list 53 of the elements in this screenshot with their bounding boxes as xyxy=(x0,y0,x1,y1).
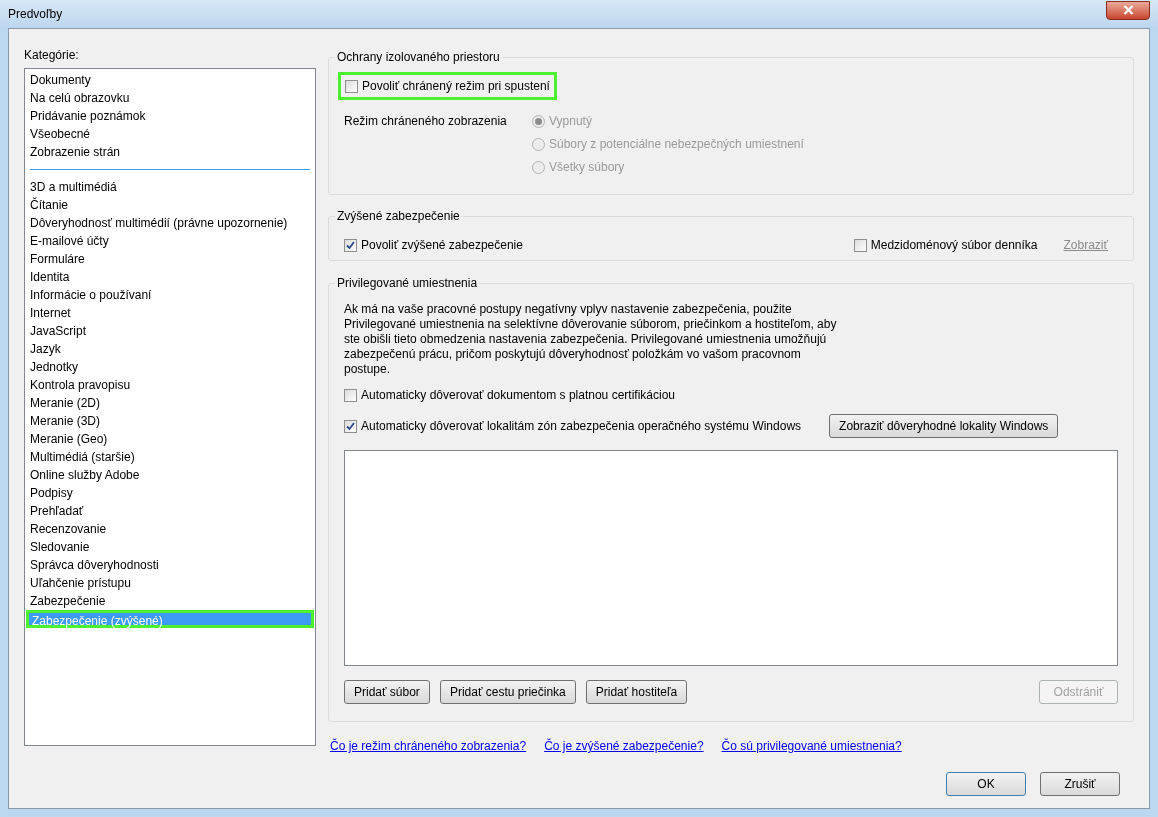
category-item[interactable]: Meranie (Geo) xyxy=(26,430,314,448)
category-item[interactable]: Meranie (2D) xyxy=(26,394,314,412)
checkbox[interactable]: Automaticky dôverovať lokalitám zón zabezpečenia operačného systému Windows xyxy=(344,417,802,435)
category-item[interactable]: 3D a multimédiá xyxy=(26,178,314,196)
close-button[interactable] xyxy=(1106,0,1150,20)
category-item[interactable]: Sledovanie xyxy=(26,538,314,556)
categories-label: Kategórie: xyxy=(24,47,80,63)
category-item[interactable]: Meranie (3D) xyxy=(26,412,314,430)
category-item[interactable]: Formuláre xyxy=(26,250,314,268)
button[interactable]: Pridať hostiteľa xyxy=(585,680,688,704)
category-item[interactable]: Podpisy xyxy=(26,484,314,502)
group-title: Ochrany izolovaného priestoru xyxy=(335,49,502,65)
category-item[interactable]: JavaScript xyxy=(26,322,314,340)
category-item[interactable]: Dokumenty xyxy=(26,71,314,89)
category-item[interactable]: Zabezpečenie xyxy=(26,592,314,610)
category-item[interactable]: Dôveryhodnosť multimédií (právne upozornenie) xyxy=(26,214,314,232)
view-mode-label: Režim chráneného zobrazenia xyxy=(344,113,508,130)
category-item[interactable]: Jazyk xyxy=(26,340,314,358)
group-title: Privilegované umiestnenia xyxy=(335,275,480,291)
button[interactable]: OK xyxy=(946,772,1026,796)
category-item[interactable]: Kontrola pravopisu xyxy=(26,376,314,394)
category-item[interactable]: Prehľadať xyxy=(26,502,314,520)
checkbox[interactable]: Medzidoménový súbor denníka xyxy=(853,236,1038,254)
category-item[interactable]: Informácie o používaní xyxy=(26,286,314,304)
button[interactable]: Zobraziť dôveryhodné lokality Windows xyxy=(829,414,1059,438)
category-item[interactable]: Multimédiá (staršie) xyxy=(26,448,314,466)
button[interactable]: Zrušiť xyxy=(1040,772,1120,796)
description-text: Ak má na vaše pracovné postupy negatívny vplyv nastavenie zabezpečenia, použite Privilegované umiestnenia na selektívne dôverovanie súborom, priečinkom a hostiteľom, aby ste obišli tieto obmedzenia nastavenia zabezpečenia. Privilegované umiestnenia umožňujú zabezpečenú prácu, pričom poskytujú dôveryhodnosť položkám vo vašom pracovnom postupe. xyxy=(344,302,838,377)
category-item[interactable]: Uľahčenie prístupu xyxy=(26,574,314,592)
category-item[interactable]: Identita xyxy=(26,268,314,286)
checkmark-icon xyxy=(346,421,355,431)
button[interactable]: Pridať súbor xyxy=(344,680,430,704)
category-item[interactable]: Recenzovanie xyxy=(26,520,314,538)
checkbox[interactable]: Povoliť zvýšené zabezpečenie xyxy=(344,236,523,254)
help-link[interactable]: Čo je zvýšené zabezpečenie? xyxy=(544,737,704,755)
category-item[interactable]: Všeobecné xyxy=(26,125,314,143)
checkbox[interactable]: Automaticky dôverovať dokumentom s platnou certifikáciou xyxy=(344,386,1118,404)
category-item[interactable]: Online služby Adobe xyxy=(26,466,314,484)
help-link[interactable]: Čo je režim chráneného zobrazenia? xyxy=(330,737,527,755)
category-item[interactable]: Internet xyxy=(26,304,314,322)
category-item[interactable]: Správca dôveryhodnosti xyxy=(26,556,314,574)
group-title: Zvýšené zabezpečenie xyxy=(335,208,462,224)
button[interactable]: Pridať cestu priečinka xyxy=(439,680,576,704)
close-icon xyxy=(1122,5,1134,15)
category-item[interactable]: Čítanie xyxy=(26,196,314,214)
checkmark-icon xyxy=(346,240,355,250)
category-item[interactable]: Pridávanie poznámok xyxy=(26,107,314,125)
category-item[interactable]: Zobrazenie strán xyxy=(26,143,314,161)
category-item[interactable]: Na celú obrazovku xyxy=(26,89,314,107)
category-item[interactable]: E-mailové účty xyxy=(26,232,314,250)
help-link[interactable]: Čo sú privilegované umiestnenia? xyxy=(721,737,902,755)
window-title: Predvoľby xyxy=(8,6,63,23)
category-item[interactable]: Jednotky xyxy=(26,358,314,376)
